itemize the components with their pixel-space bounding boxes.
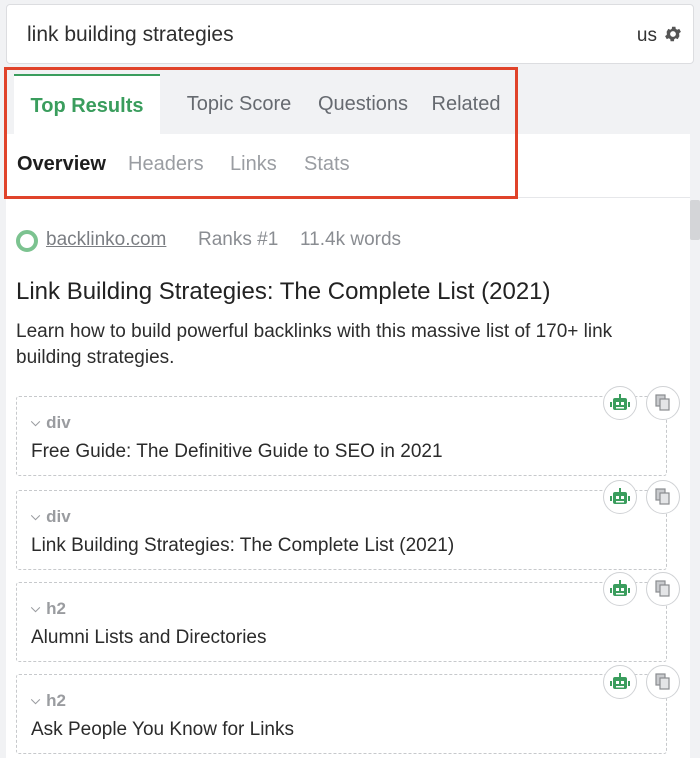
card-text: Free Guide: The Definitive Guide to SEO … (31, 441, 443, 462)
subtabs: Overview Headers Links Stats (6, 134, 690, 198)
tab-topic-score[interactable]: Topic Score (174, 74, 304, 134)
results-panel: Overview Headers Links Stats backlinko.c… (6, 134, 690, 758)
main-tabs: Top Results Topic Score Questions Relate… (6, 74, 694, 134)
robot-button[interactable] (603, 665, 637, 699)
rank-label: Ranks #1 (198, 229, 279, 250)
search-bar[interactable]: link building strategies us (6, 4, 694, 64)
card-tag[interactable]: ⌵ div (31, 413, 71, 433)
header-card: ⌵ h2 Ask People You Know for Links (16, 674, 667, 754)
card-text: Link Building Strategies: The Complete L… (31, 535, 455, 556)
robot-icon (610, 488, 630, 504)
subtab-headers[interactable]: Headers (128, 153, 204, 176)
copy-icon (655, 394, 670, 411)
site-link[interactable]: backlinko.com (46, 229, 166, 251)
header-card: ⌵ h2 Alumni Lists and Directories (16, 582, 667, 662)
tab-top-results[interactable]: Top Results (14, 74, 160, 134)
card-tag[interactable]: ⌵ h2 (31, 691, 66, 711)
chevron-down-icon: ⌵ (31, 693, 41, 707)
ring-icon (16, 230, 38, 252)
header-card: ⌵ div Free Guide: The Definitive Guide to… (16, 396, 667, 476)
robot-icon (610, 394, 630, 410)
country-code[interactable]: us (637, 25, 657, 47)
result-title: Link Building Strategies: The Complete L… (16, 278, 551, 305)
tab-questions[interactable]: Questions (308, 74, 418, 134)
subtab-overview[interactable]: Overview (17, 153, 106, 176)
search-query[interactable]: link building strategies (27, 23, 234, 47)
header-card: ⌵ div Link Building Strategies: The Compl… (16, 490, 667, 570)
copy-icon (655, 488, 670, 505)
chevron-down-icon: ⌵ (31, 509, 41, 523)
subtab-links[interactable]: Links (230, 153, 277, 176)
robot-button[interactable] (603, 572, 637, 606)
copy-button[interactable] (646, 480, 680, 514)
copy-button[interactable] (646, 665, 680, 699)
tab-related[interactable]: Related (424, 74, 508, 134)
result-description: Learn how to build powerful backlinks wi… (16, 321, 613, 368)
copy-icon (655, 580, 670, 597)
card-tag[interactable]: ⌵ div (31, 507, 71, 527)
copy-button[interactable] (646, 386, 680, 420)
copy-icon (655, 673, 670, 690)
card-tag[interactable]: ⌵ h2 (31, 599, 66, 619)
chevron-down-icon: ⌵ (31, 601, 41, 615)
robot-icon (610, 580, 630, 596)
chevron-down-icon: ⌵ (31, 415, 41, 429)
robot-button[interactable] (603, 480, 637, 514)
robot-button[interactable] (603, 386, 637, 420)
copy-button[interactable] (646, 572, 680, 606)
subtab-stats[interactable]: Stats (304, 153, 350, 176)
card-text: Alumni Lists and Directories (31, 627, 267, 648)
scrollbar-thumb[interactable] (690, 200, 700, 240)
card-text: Ask People You Know for Links (31, 719, 295, 740)
word-count: 11.4k words (300, 229, 402, 250)
robot-icon (610, 673, 630, 689)
gear-icon[interactable] (663, 24, 683, 44)
